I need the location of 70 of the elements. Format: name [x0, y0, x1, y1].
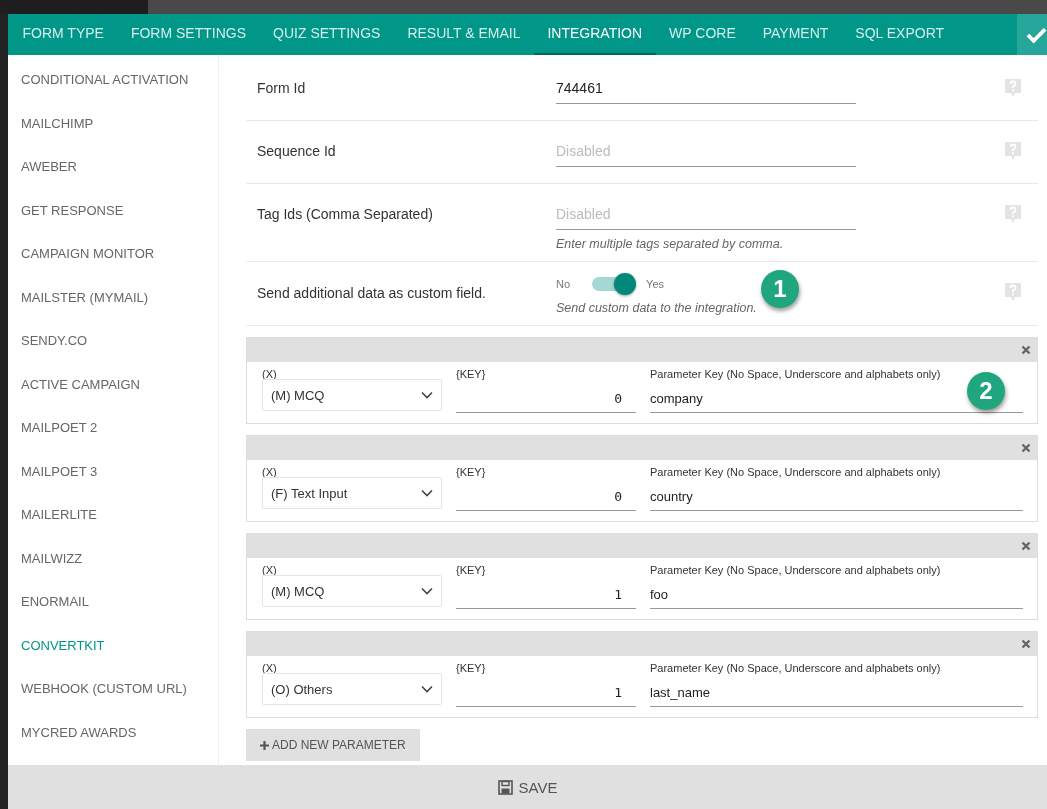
sidebar-item[interactable]: SENDY.CO — [8, 319, 218, 363]
annotation-badge: 2 — [967, 372, 1005, 410]
number-field[interactable]: 1 — [456, 576, 636, 609]
sidebar-item[interactable]: WEBHOOK (CUSTOM URL) — [8, 667, 218, 711]
chevron-down-icon — [421, 587, 433, 595]
sidebar-item[interactable]: ENORMAIL — [8, 580, 218, 624]
sidebar-item[interactable]: MAILPOET 2 — [8, 406, 218, 450]
field-label: Parameter Key (No Space, Underscore and alphabets only) — [650, 661, 942, 674]
close-icon[interactable] — [1021, 541, 1031, 551]
text-field[interactable]: Disabled — [556, 137, 856, 167]
add-parameter-button[interactable]: ADD NEW PARAMETER — [246, 729, 420, 761]
text-field[interactable]: Disabled — [556, 200, 856, 230]
help-text: Enter multiple tags separated by comma. — [556, 237, 785, 251]
close-icon[interactable] — [1021, 345, 1031, 355]
field-label: {KEY} — [456, 661, 487, 674]
annotation-badge: 1 — [761, 270, 799, 308]
number-field[interactable]: 0 — [456, 478, 636, 511]
field-label: Parameter Key (No Space, Underscore and alphabets only) — [650, 367, 942, 380]
number-field[interactable]: 0 — [456, 380, 636, 413]
text-field[interactable]: foo — [650, 576, 1023, 609]
setting-label: Sequence Id — [257, 142, 337, 161]
tab[interactable]: QUIZ SETTINGS — [259, 14, 394, 55]
sidebar-item[interactable]: MAILERLITE — [8, 493, 218, 537]
field-label: {KEY} — [456, 367, 487, 380]
field-label: (X) — [262, 367, 278, 380]
tab[interactable]: SQL EXPORT — [841, 14, 958, 55]
sidebar-item[interactable]: MYCRED AWARDS — [8, 710, 218, 754]
sidebar-item[interactable]: AWEBER — [8, 145, 218, 189]
select-dropdown[interactable]: (M) MCQ — [262, 575, 442, 607]
close-icon[interactable] — [1021, 639, 1031, 649]
setting-label: Send additional data as custom field. — [257, 284, 487, 303]
help-text: Send custom data to the integration. — [556, 301, 758, 315]
sidebar-item[interactable]: MAILWIZZ — [8, 536, 218, 580]
sidebar-item[interactable]: MAILCHIMP — [8, 101, 218, 145]
text-field[interactable]: country — [650, 478, 1023, 511]
text-field[interactable]: last_name — [650, 674, 1023, 707]
tab[interactable]: FORM TYPE — [9, 14, 118, 55]
tab[interactable]: INTEGRATION — [533, 14, 656, 55]
text-field[interactable]: 744461 — [556, 74, 856, 104]
field-label: {KEY} — [456, 465, 487, 478]
field-label: (X) — [262, 563, 278, 576]
sidebar-item[interactable]: CAMPAIGN MONITOR — [8, 232, 218, 276]
sidebar-item[interactable]: ACTIVE CAMPAIGN — [8, 362, 218, 406]
close-icon[interactable] — [1021, 443, 1031, 453]
sidebar-item[interactable]: MAILPOET 3 — [8, 449, 218, 493]
field-label: {KEY} — [456, 563, 487, 576]
toggle-label: Yes — [646, 278, 664, 290]
confirm-button[interactable] — [1017, 14, 1047, 55]
chevron-down-icon — [421, 489, 433, 497]
field-label: Parameter Key (No Space, Underscore and alphabets only) — [650, 465, 942, 478]
sidebar-item[interactable]: MAILSTER (MYMAIL) — [8, 275, 218, 319]
plus-icon — [260, 740, 269, 750]
sidebar-item[interactable]: CONDITIONAL ACTIVATION — [8, 58, 218, 102]
select-dropdown[interactable]: (F) Text Input — [262, 477, 442, 509]
tab[interactable]: WP CORE — [655, 14, 750, 55]
save-button[interactable]: SAVE — [487, 772, 568, 802]
chevron-down-icon — [421, 391, 433, 399]
number-field[interactable]: 1 — [456, 674, 636, 707]
toggle-label: No — [556, 278, 571, 290]
checkmark-icon — [1026, 25, 1047, 44]
chevron-down-icon — [421, 685, 433, 693]
select-dropdown[interactable]: (O) Others — [262, 673, 442, 705]
setting-label: Tag Ids (Comma Separated) — [257, 205, 434, 224]
sidebar-item[interactable]: GET RESPONSE — [8, 188, 218, 232]
sidebar-item[interactable]: CONVERTKIT — [8, 623, 218, 667]
field-label: (X) — [262, 465, 278, 478]
field-label: (X) — [262, 661, 278, 674]
select-dropdown[interactable]: (M) MCQ — [262, 379, 442, 411]
setting-label: Form Id — [257, 79, 307, 98]
field-label: Parameter Key (No Space, Underscore and alphabets only) — [650, 563, 942, 576]
